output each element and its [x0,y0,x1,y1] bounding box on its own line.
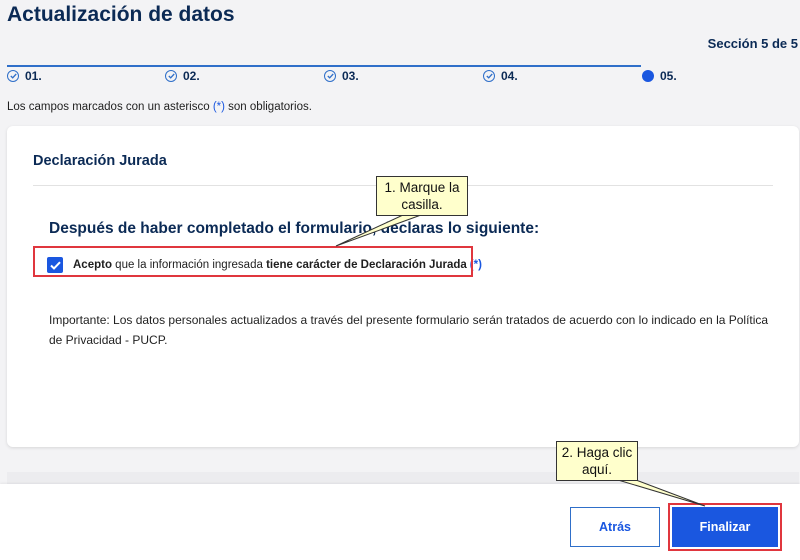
check-circle-icon [165,70,177,82]
step-03[interactable]: 03. [324,69,359,83]
declaration-heading: Después de haber completado el formulari… [49,220,540,237]
step-04[interactable]: 04. [483,69,518,83]
privacy-notice: Importante: Los datos personales actuali… [49,313,769,347]
progress-stepper: 01. 02. 03. 04. 05. [0,60,800,90]
instruction-callout-2: 2. Haga clic aquí. [556,441,638,481]
step-01[interactable]: 01. [7,69,42,83]
current-step-dot-icon [642,70,654,82]
required-asterisk: (*) [212,101,225,113]
step-label: 02. [183,69,200,83]
required-note-text-before: Los campos marcados con un asterisco [7,101,213,113]
step-05[interactable]: 05. [642,69,677,83]
required-fields-note: Los campos marcados con un asterisco (*)… [7,101,312,113]
step-label: 05. [660,69,677,83]
check-circle-icon [7,70,19,82]
declaration-card: Declaración Jurada Después de haber comp… [7,126,799,447]
check-circle-icon [483,70,495,82]
check-circle-icon [324,70,336,82]
instruction-callout-1: 1. Marque la casilla. [376,176,468,216]
stepper-progress-track [7,65,641,67]
step-label: 01. [25,69,42,83]
step-label: 03. [342,69,359,83]
page-title: Actualización de datos [7,3,235,26]
back-button[interactable]: Atrás [570,507,660,547]
section-counter: Sección 5 de 5 [707,36,798,51]
card-title: Declaración Jurada [33,153,167,169]
footer-separator [7,472,799,484]
consent-highlight-box [33,246,473,277]
required-note-text-after: son obligatorios. [224,101,312,113]
finish-highlight-box [668,503,782,551]
step-label: 04. [501,69,518,83]
step-02[interactable]: 02. [165,69,200,83]
